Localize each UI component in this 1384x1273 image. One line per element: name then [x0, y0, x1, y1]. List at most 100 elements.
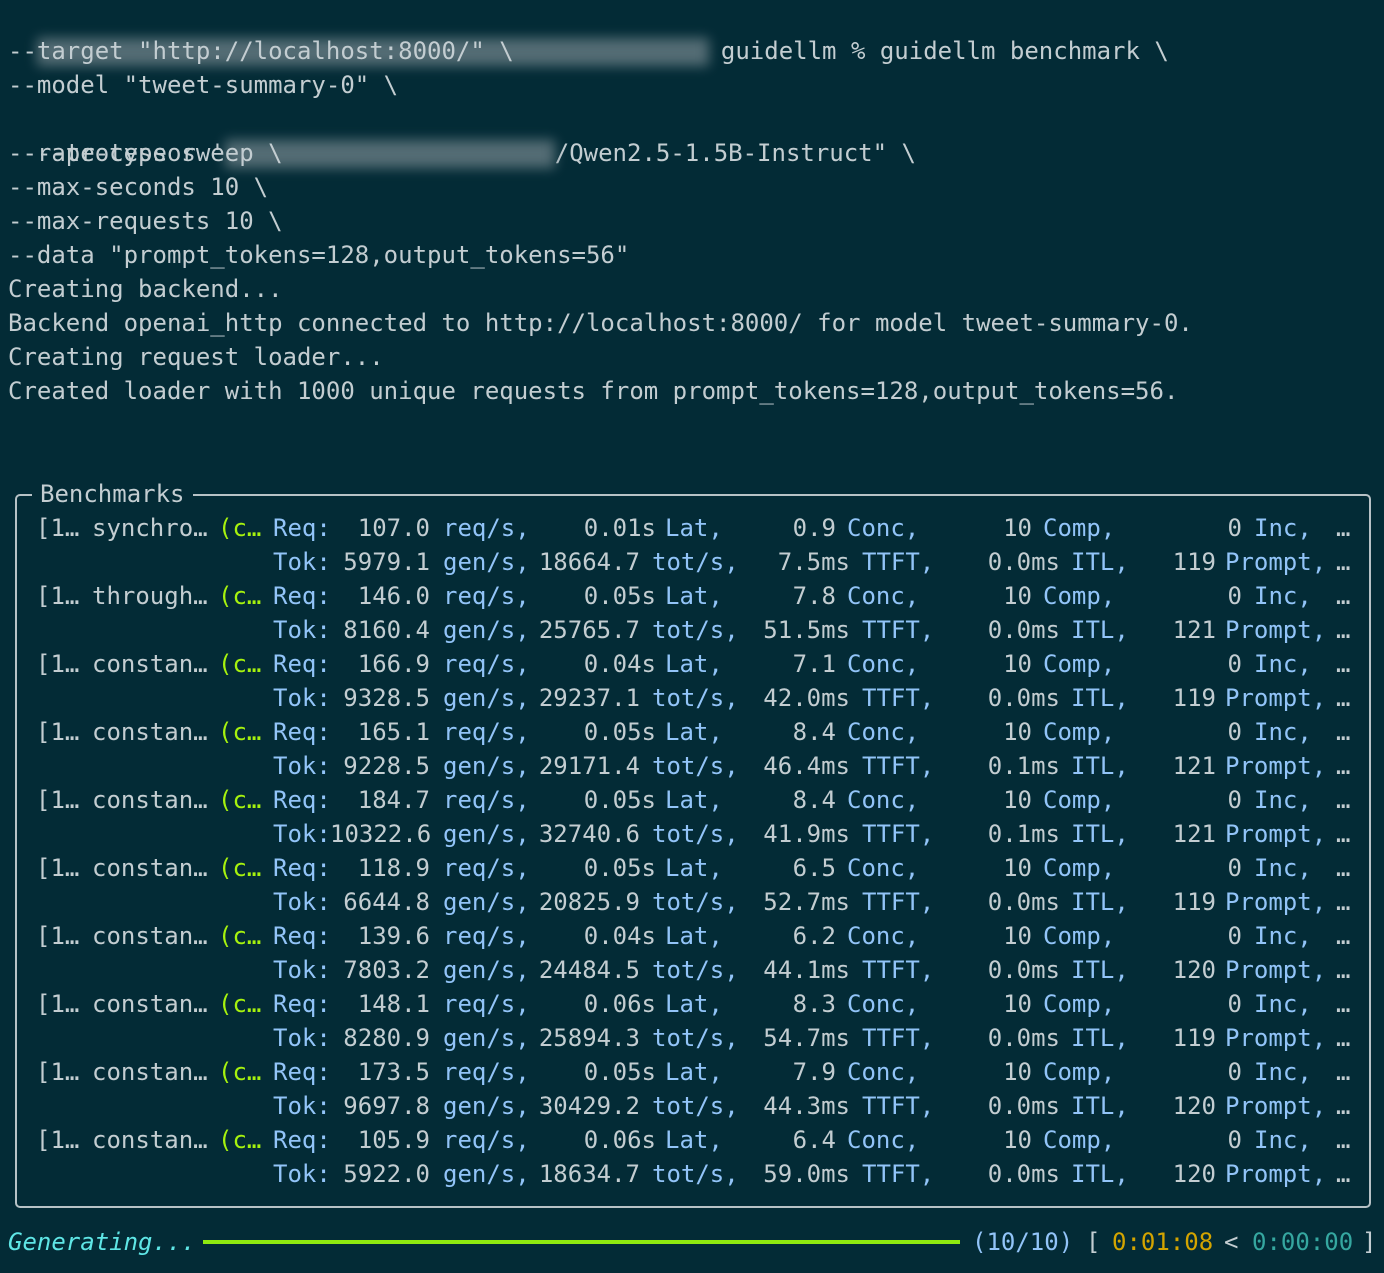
itl-unit: ITL,	[1071, 616, 1129, 644]
req-rate-unit: req/s,	[443, 1058, 530, 1086]
completed-unit: Comp,	[1043, 1058, 1116, 1086]
total-tokens-value: 18664.7	[538, 548, 640, 576]
incomplete-unit: Inc,	[1254, 1126, 1312, 1154]
concurrency-value: 6.2	[792, 922, 836, 950]
incomplete-value: 0	[1227, 786, 1242, 814]
gen-tokens-value: 8280.9	[343, 1024, 430, 1052]
tok-label: Tok:	[273, 1160, 331, 1188]
total-tokens-unit: tot/s,	[652, 752, 739, 780]
log-backend-connected: Backend openai_http connected to http://…	[8, 309, 1193, 337]
concurrency-unit: Conc,	[847, 922, 920, 950]
row-name: constan…	[92, 854, 208, 882]
gen-tokens-unit: gen/s,	[443, 820, 530, 848]
latency-unit: Lat,	[665, 854, 723, 882]
row-status: (c…	[218, 582, 262, 610]
concurrency-unit: Conc,	[847, 1126, 920, 1154]
row-name: constan…	[92, 650, 208, 678]
completed-value: 10	[1003, 854, 1032, 882]
ttft-value: 52.7ms	[763, 888, 850, 916]
itl-value: 0.0ms	[987, 616, 1060, 644]
incomplete-value: 0	[1227, 1058, 1242, 1086]
row-status: (c…	[218, 990, 262, 1018]
completed-unit: Comp,	[1043, 854, 1116, 882]
concurrency-value: 8.4	[792, 718, 836, 746]
benchmark-req-row: [1… constan… (c… Req: 165.1 req/s, 0.05s Lat, 8.…	[0, 715, 1384, 749]
incomplete-unit: Inc,	[1254, 786, 1312, 814]
incomplete-value: 0	[1227, 990, 1242, 1018]
row-index: [1…	[36, 1058, 80, 1086]
req-rate-value: 139.6	[357, 922, 430, 950]
row-status: (c…	[218, 718, 262, 746]
completed-unit: Comp,	[1043, 990, 1116, 1018]
command-line-max-requests: --max-requests 10 \	[8, 207, 283, 235]
gen-tokens-unit: gen/s,	[443, 1024, 530, 1052]
row-name: constan…	[92, 922, 208, 950]
concurrency-unit: Conc,	[847, 582, 920, 610]
prompt-tokens-unit: Prompt,	[1225, 616, 1327, 644]
concurrency-value: 6.4	[792, 1126, 836, 1154]
concurrency-value: 6.5	[792, 854, 836, 882]
incomplete-value: 0	[1227, 582, 1242, 610]
total-tokens-value: 29237.1	[538, 684, 640, 712]
row-index: [1…	[36, 1126, 80, 1154]
total-tokens-unit: tot/s,	[652, 684, 739, 712]
req-rate-unit: req/s,	[443, 582, 530, 610]
completed-value: 10	[1003, 582, 1032, 610]
benchmark-tok-row: Tok: 6644.8 gen/s, 20825.9 tot/s, 52.7ms TTFT,…	[0, 885, 1384, 919]
ttft-value: 7.5ms	[777, 548, 850, 576]
itl-unit: ITL,	[1071, 752, 1129, 780]
itl-unit: ITL,	[1071, 1160, 1129, 1188]
req-ellipsis: …	[1336, 922, 1351, 950]
prompt-tokens-value: 121	[1172, 752, 1216, 780]
req-rate-unit: req/s,	[443, 650, 530, 678]
completed-value: 10	[1003, 1126, 1032, 1154]
benchmark-req-row: [1… constan… (c… Req: 105.9 req/s, 0.06s Lat, 6.…	[0, 1123, 1384, 1157]
incomplete-unit: Inc,	[1254, 1058, 1312, 1086]
row-status: (c…	[218, 922, 262, 950]
itl-unit: ITL,	[1071, 888, 1129, 916]
req-rate-unit: req/s,	[443, 786, 530, 814]
benchmark-req-row: [1… constan… (c… Req: 148.1 req/s, 0.06s Lat, 8.…	[0, 987, 1384, 1021]
tok-label: Tok:	[273, 956, 331, 984]
command-line-data: --data "prompt_tokens=128,output_tokens=…	[8, 241, 630, 269]
req-rate-value: 118.9	[357, 854, 430, 882]
req-ellipsis: …	[1336, 854, 1351, 882]
completed-value: 10	[1003, 786, 1032, 814]
tok-label: Tok:	[273, 820, 331, 848]
row-index: [1…	[36, 582, 80, 610]
row-name: constan…	[92, 1126, 208, 1154]
itl-unit: ITL,	[1071, 1024, 1129, 1052]
req-rate-value: 105.9	[357, 1126, 430, 1154]
benchmarks-title: Benchmarks	[32, 478, 193, 510]
ttft-unit: TTFT,	[862, 1092, 935, 1120]
prompt-tokens-unit: Prompt,	[1225, 1024, 1327, 1052]
total-tokens-unit: tot/s,	[652, 1024, 739, 1052]
log-creating-loader: Creating request loader...	[8, 343, 384, 371]
benchmark-tok-row: Tok: 10322.6 gen/s, 32740.6 tot/s, 41.9ms TTFT…	[0, 817, 1384, 851]
benchmark-req-row: [1… constan… (c… Req: 166.9 req/s, 0.04s Lat, 7.…	[0, 647, 1384, 681]
req-rate-unit: req/s,	[443, 990, 530, 1018]
total-tokens-unit: tot/s,	[652, 1160, 739, 1188]
incomplete-unit: Inc,	[1254, 990, 1312, 1018]
itl-value: 0.0ms	[987, 888, 1060, 916]
ttft-unit: TTFT,	[862, 820, 935, 848]
total-tokens-value: 30429.2	[538, 1092, 640, 1120]
gen-tokens-value: 8160.4	[343, 616, 430, 644]
completed-value: 10	[1003, 922, 1032, 950]
benchmark-tok-row: Tok: 8160.4 gen/s, 25765.7 tot/s, 51.5ms TTFT,…	[0, 613, 1384, 647]
log-creating-backend: Creating backend...	[8, 275, 283, 303]
incomplete-unit: Inc,	[1254, 514, 1312, 542]
req-label: Req:	[273, 650, 331, 678]
row-index: [1…	[36, 514, 80, 542]
latency-unit: Lat,	[665, 582, 723, 610]
benchmark-tok-row: Tok: 9697.8 gen/s, 30429.2 tot/s, 44.3ms TTFT,…	[0, 1089, 1384, 1123]
req-label: Req:	[273, 582, 331, 610]
req-ellipsis: …	[1336, 582, 1351, 610]
total-tokens-value: 20825.9	[538, 888, 640, 916]
concurrency-value: 7.1	[792, 650, 836, 678]
tok-label: Tok:	[273, 1092, 331, 1120]
prompt-tokens-value: 119	[1172, 548, 1216, 576]
incomplete-unit: Inc,	[1254, 922, 1312, 950]
req-rate-unit: req/s,	[443, 514, 530, 542]
gen-tokens-value: 10322.6	[330, 820, 432, 848]
